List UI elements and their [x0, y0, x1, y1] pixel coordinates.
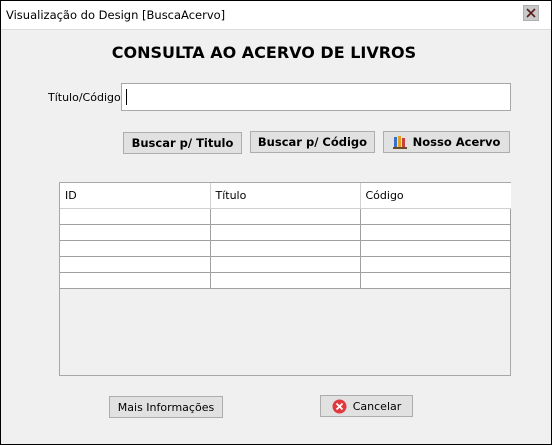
table-cell[interactable]	[60, 224, 211, 241]
table-cell[interactable]	[360, 272, 511, 289]
search-input[interactable]	[121, 83, 511, 111]
table-cell[interactable]	[360, 256, 511, 273]
table-cell[interactable]	[60, 208, 211, 225]
table-row[interactable]	[60, 256, 511, 273]
text-caret	[126, 89, 127, 105]
table-cell[interactable]	[210, 256, 361, 273]
table-cell[interactable]	[210, 240, 361, 257]
column-header-id[interactable]: ID	[60, 183, 211, 209]
close-icon	[526, 8, 536, 18]
column-header-code[interactable]: Código	[360, 183, 510, 209]
title-bar[interactable]: Visualização do Design [BuscaAcervo]	[1, 1, 551, 30]
table-cell[interactable]	[210, 224, 361, 241]
close-button[interactable]	[523, 5, 539, 21]
more-info-button[interactable]: Mais Informações	[109, 396, 223, 418]
search-field-label: Título/Código	[48, 91, 121, 104]
table-cell[interactable]	[360, 208, 511, 225]
books-icon	[392, 136, 407, 149]
page-title-text: CONSULTA AO ACERVO DE LIVROS	[111, 43, 417, 62]
table-row[interactable]	[60, 240, 511, 257]
our-collection-label: Nosso Acervo	[412, 135, 501, 149]
table-cell[interactable]	[60, 272, 211, 289]
table-cell[interactable]	[60, 256, 211, 273]
table-row[interactable]	[60, 208, 511, 225]
search-by-code-button[interactable]: Buscar p/ Código	[250, 131, 375, 153]
cancel-icon	[332, 399, 347, 413]
cancel-label: Cancelar	[352, 399, 402, 413]
table-row[interactable]	[60, 272, 511, 289]
table-cell[interactable]	[210, 272, 361, 289]
table-cell[interactable]	[210, 208, 361, 225]
table-cell[interactable]	[360, 224, 511, 241]
search-by-title-button[interactable]: Buscar p/ Titulo	[123, 132, 242, 154]
table-header-row: ID Título Código	[60, 183, 510, 209]
table-cell[interactable]	[360, 240, 511, 257]
column-header-title[interactable]: Título	[210, 183, 361, 209]
more-info-label: Mais Informações	[117, 400, 215, 414]
page-title: CONSULTA AO ACERVO DE LIVROS	[1, 43, 527, 62]
results-table-container[interactable]: ID Título Código	[59, 182, 511, 376]
dialog-window: Visualização do Design [BuscaAcervo] CON…	[0, 0, 552, 445]
cancel-button[interactable]: Cancelar	[320, 395, 413, 417]
search-by-title-label: Buscar p/ Titulo	[131, 136, 234, 150]
table-cell[interactable]	[60, 240, 211, 257]
results-table[interactable]: ID Título Código	[60, 183, 511, 289]
table-row[interactable]	[60, 224, 511, 241]
search-by-code-label: Buscar p/ Código	[257, 135, 368, 149]
window-title: Visualização do Design [BuscaAcervo]	[6, 8, 226, 22]
our-collection-button[interactable]: Nosso Acervo	[383, 131, 510, 153]
